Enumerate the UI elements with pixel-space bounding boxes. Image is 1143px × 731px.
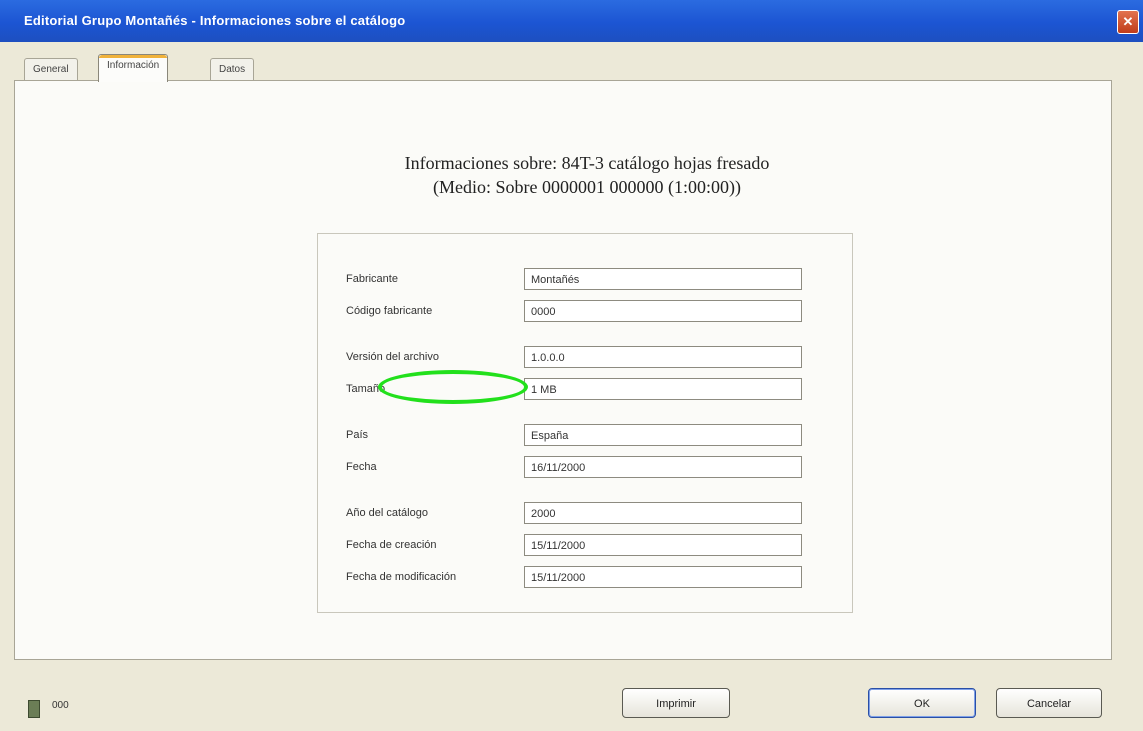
close-icon: ✕: [1122, 14, 1134, 29]
tab-label: Información: [107, 60, 160, 71]
field-row-fecha: Fecha 16/11/2000: [346, 456, 826, 480]
tab-general[interactable]: General: [24, 58, 78, 81]
bottom-bar: 000 Imprimir OK Cancelar: [0, 676, 1143, 731]
info-group-box: Fabricante Montañés Código fabricante 00…: [317, 233, 853, 613]
tab-panel: Informaciones sobre: 84T-3 catálogo hoja…: [14, 80, 1112, 660]
cancel-button[interactable]: Cancelar: [996, 688, 1102, 718]
field-label: País: [346, 429, 369, 441]
field-label: Fecha: [346, 461, 377, 473]
field-value[interactable]: Montañés: [524, 268, 802, 290]
field-value[interactable]: 15/11/2000: [524, 566, 802, 588]
field-row-pais: País España: [346, 424, 826, 448]
ok-button[interactable]: OK: [868, 688, 976, 718]
field-row-ano-catalogo: Año del catálogo 2000: [346, 502, 826, 526]
page-title: Informaciones sobre: 84T-3 catálogo hoja…: [307, 151, 867, 199]
tab-datos[interactable]: Datos: [210, 58, 255, 81]
field-label: Fecha de modificación: [346, 571, 457, 583]
window-title: Editorial Grupo Montañés - Informaciones…: [24, 13, 406, 28]
field-value[interactable]: 0000: [524, 300, 802, 322]
field-value[interactable]: 16/11/2000: [524, 456, 802, 478]
field-row-fabricante: Fabricante Montañés: [346, 268, 826, 292]
status-text: 000: [52, 700, 69, 711]
field-row-codigo: Código fabricante 0000: [346, 300, 826, 324]
window-titlebar: Editorial Grupo Montañés - Informaciones…: [0, 0, 1143, 42]
field-row-fecha-creacion: Fecha de creación 15/11/2000: [346, 534, 826, 558]
heading-line-1: Informaciones sobre: 84T-3 catálogo hoja…: [404, 153, 770, 173]
field-label: Versión del archivo: [346, 351, 439, 363]
tab-strip: General Información Datos: [14, 52, 1124, 82]
document-icon: [28, 700, 40, 718]
field-label: Fecha de creación: [346, 539, 437, 551]
field-label: Año del catálogo: [346, 507, 428, 519]
field-value[interactable]: 1.0.0.0: [524, 346, 802, 368]
tab-label: General: [33, 64, 69, 75]
field-row-version: Versión del archivo 1.0.0.0: [346, 346, 826, 370]
field-label: Fabricante: [346, 273, 398, 285]
heading-line-2: (Medio: Sobre 0000001 000000 (1:00:00)): [433, 177, 741, 197]
highlight-ellipse: [378, 370, 528, 404]
field-value[interactable]: 1 MB: [524, 378, 802, 400]
close-button[interactable]: ✕: [1117, 10, 1139, 34]
tab-informacion[interactable]: Información: [98, 54, 169, 82]
print-button[interactable]: Imprimir: [622, 688, 730, 718]
field-row-fecha-modificacion: Fecha de modificación 15/11/2000: [346, 566, 826, 590]
field-value[interactable]: España: [524, 424, 802, 446]
tab-label: Datos: [219, 64, 246, 75]
field-label: Código fabricante: [346, 305, 433, 317]
field-value[interactable]: 2000: [524, 502, 802, 524]
field-value[interactable]: 15/11/2000: [524, 534, 802, 556]
